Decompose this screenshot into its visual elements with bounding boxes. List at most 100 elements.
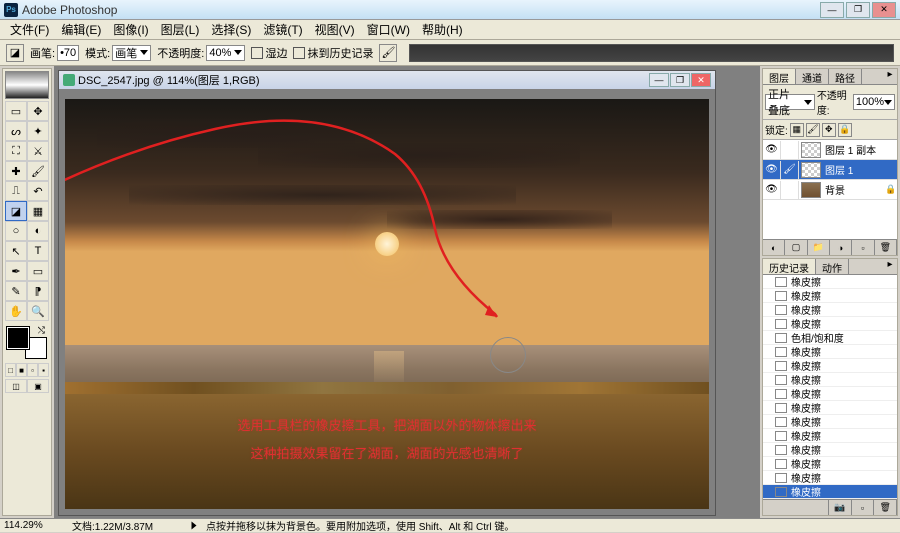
history-item[interactable]: 橡皮擦 xyxy=(763,471,897,485)
history-item[interactable]: 橡皮擦 xyxy=(763,401,897,415)
crop-tool[interactable]: ⛶ xyxy=(5,141,27,161)
notes-tool[interactable]: ✎ xyxy=(5,281,27,301)
layer-visibility-icon[interactable]: 👁 xyxy=(763,161,781,179)
layer-link-icon[interactable]: 🖌 xyxy=(781,161,799,179)
blend-mode-select[interactable]: 正片叠底 xyxy=(765,94,815,110)
gradient-tool[interactable]: ▦ xyxy=(27,201,49,221)
blur-tool[interactable]: ○ xyxy=(5,221,27,241)
foreground-color[interactable] xyxy=(7,327,29,349)
document-maximize-button[interactable]: ❐ xyxy=(670,73,690,87)
tab-layers[interactable]: 图层 xyxy=(763,69,796,84)
menu-7[interactable]: 窗口(W) xyxy=(361,19,416,40)
brush-preview-icon[interactable]: 🖌 xyxy=(379,44,397,62)
history-item[interactable]: 橡皮擦 xyxy=(763,485,897,499)
history-item[interactable]: 橡皮擦 xyxy=(763,443,897,457)
history-item[interactable]: 色相/饱和度 xyxy=(763,331,897,345)
layer-opacity-input[interactable]: 100% xyxy=(853,94,895,110)
new-layer-icon[interactable]: ▫ xyxy=(852,240,874,255)
stamp-tool[interactable]: ⎍ xyxy=(5,181,27,201)
delete-state-icon[interactable]: 🗑 xyxy=(874,500,897,515)
opacity-input[interactable]: 40% xyxy=(206,45,245,61)
history-item[interactable]: 橡皮擦 xyxy=(763,289,897,303)
window-maximize-button[interactable]: ❐ xyxy=(846,2,870,18)
history-item[interactable]: 橡皮擦 xyxy=(763,303,897,317)
tab-actions[interactable]: 动作 xyxy=(816,259,849,274)
history-item[interactable]: 橡皮擦 xyxy=(763,387,897,401)
tab-history[interactable]: 历史记录 xyxy=(763,259,816,274)
swap-colors-icon[interactable]: ⤭ xyxy=(38,325,45,336)
layer-style-icon[interactable]: ◐ xyxy=(763,240,785,255)
menu-0[interactable]: 文件(F) xyxy=(4,19,55,40)
type-tool[interactable]: T xyxy=(27,241,49,261)
lock-paint-icon[interactable]: 🖌 xyxy=(806,123,820,137)
window-close-button[interactable]: ✕ xyxy=(872,2,896,18)
menu-4[interactable]: 选择(S) xyxy=(205,19,257,40)
menu-1[interactable]: 编辑(E) xyxy=(55,19,107,40)
menu-5[interactable]: 滤镜(T) xyxy=(257,19,308,40)
document-close-button[interactable]: ✕ xyxy=(691,73,711,87)
menu-6[interactable]: 视图(V) xyxy=(309,19,361,40)
erase-to-history-checkbox[interactable]: 抹到历史记录 xyxy=(293,45,373,61)
eyedropper-tool[interactable]: ⁋ xyxy=(27,281,49,301)
new-snapshot-icon[interactable]: 📷 xyxy=(829,500,852,515)
layer-link-icon[interactable] xyxy=(781,181,799,199)
delete-layer-icon[interactable]: 🗑 xyxy=(875,240,897,255)
heal-tool[interactable]: ✚ xyxy=(5,161,27,181)
zoom-tool[interactable]: 🔍 xyxy=(27,301,49,321)
layer-mask-icon[interactable]: ▢ xyxy=(785,240,807,255)
layer-visibility-icon[interactable]: 👁 xyxy=(763,181,781,199)
status-menu-icon[interactable] xyxy=(192,522,197,530)
layer-row[interactable]: 👁背景🔒 xyxy=(763,180,897,200)
history-item[interactable]: 橡皮擦 xyxy=(763,373,897,387)
shape-tool[interactable]: ▭ xyxy=(27,261,49,281)
layers-panel-menu-icon[interactable]: ▸ xyxy=(883,69,897,84)
history-brush-tool[interactable]: ↶ xyxy=(27,181,49,201)
history-item[interactable]: 橡皮擦 xyxy=(763,415,897,429)
wand-tool[interactable]: ✦ xyxy=(27,121,49,141)
history-item[interactable]: 橡皮擦 xyxy=(763,457,897,471)
layer-row[interactable]: 👁🖌图层 1 xyxy=(763,160,897,180)
brush-picker[interactable]: •70 xyxy=(57,45,79,61)
eraser-tool[interactable]: ◪ xyxy=(5,201,27,221)
history-item[interactable]: 橡皮擦 xyxy=(763,359,897,373)
tab-channels[interactable]: 通道 xyxy=(796,69,829,84)
standard-mode-icon[interactable]: □ xyxy=(5,363,16,377)
layer-visibility-icon[interactable]: 👁 xyxy=(763,141,781,159)
history-item[interactable]: 橡皮擦 xyxy=(763,275,897,289)
status-zoom[interactable]: 114.29% xyxy=(4,520,64,531)
screen-mode-1-icon[interactable]: ▫ xyxy=(27,363,38,377)
slice-tool[interactable]: ⚔ xyxy=(27,141,49,161)
screen-full-icon[interactable]: ▣ xyxy=(27,379,49,393)
brush-tool[interactable]: 🖌 xyxy=(27,161,49,181)
document-minimize-button[interactable]: — xyxy=(649,73,669,87)
document-canvas[interactable]: 选用工具栏的橡皮擦工具，把湖面以外的物体擦出来 这种拍摄效果留在了湖面，湖面的光… xyxy=(59,89,715,515)
new-document-icon[interactable]: ▫ xyxy=(852,500,875,515)
adjustment-layer-icon[interactable]: ◑ xyxy=(830,240,852,255)
window-minimize-button[interactable]: — xyxy=(820,2,844,18)
marquee-tool[interactable]: ▭ xyxy=(5,101,27,121)
menu-2[interactable]: 图像(I) xyxy=(107,19,154,40)
dodge-tool[interactable]: ◐ xyxy=(27,221,49,241)
screen-mode-2-icon[interactable]: ▪ xyxy=(38,363,49,377)
pen-tool[interactable]: ✒ xyxy=(5,261,27,281)
history-item[interactable]: 橡皮擦 xyxy=(763,429,897,443)
layer-row[interactable]: 👁图层 1 副本 xyxy=(763,140,897,160)
history-item[interactable]: 橡皮擦 xyxy=(763,317,897,331)
jump-to-imageready-icon[interactable]: ◫ xyxy=(5,379,27,393)
mode-select[interactable]: 画笔 xyxy=(112,45,151,61)
menu-3[interactable]: 图层(L) xyxy=(155,19,206,40)
lock-transparency-icon[interactable]: ▦ xyxy=(790,123,804,137)
layer-link-icon[interactable] xyxy=(781,141,799,159)
hand-tool[interactable]: ✋ xyxy=(5,301,27,321)
history-item[interactable]: 橡皮擦 xyxy=(763,345,897,359)
document-titlebar[interactable]: DSC_2547.jpg @ 114%(图层 1,RGB) — ❐ ✕ xyxy=(59,71,715,89)
move-tool[interactable]: ✥ xyxy=(27,101,49,121)
menu-8[interactable]: 帮助(H) xyxy=(416,19,469,40)
wet-edges-checkbox[interactable]: 湿边 xyxy=(251,45,287,61)
tab-paths[interactable]: 路径 xyxy=(829,69,862,84)
layer-set-icon[interactable]: 📁 xyxy=(808,240,830,255)
history-panel-menu-icon[interactable]: ▸ xyxy=(883,259,897,274)
quickmask-mode-icon[interactable]: ■ xyxy=(16,363,27,377)
lock-all-icon[interactable]: 🔒 xyxy=(838,123,852,137)
status-doc-size[interactable]: 文档:1.22M/3.87M xyxy=(72,518,182,533)
